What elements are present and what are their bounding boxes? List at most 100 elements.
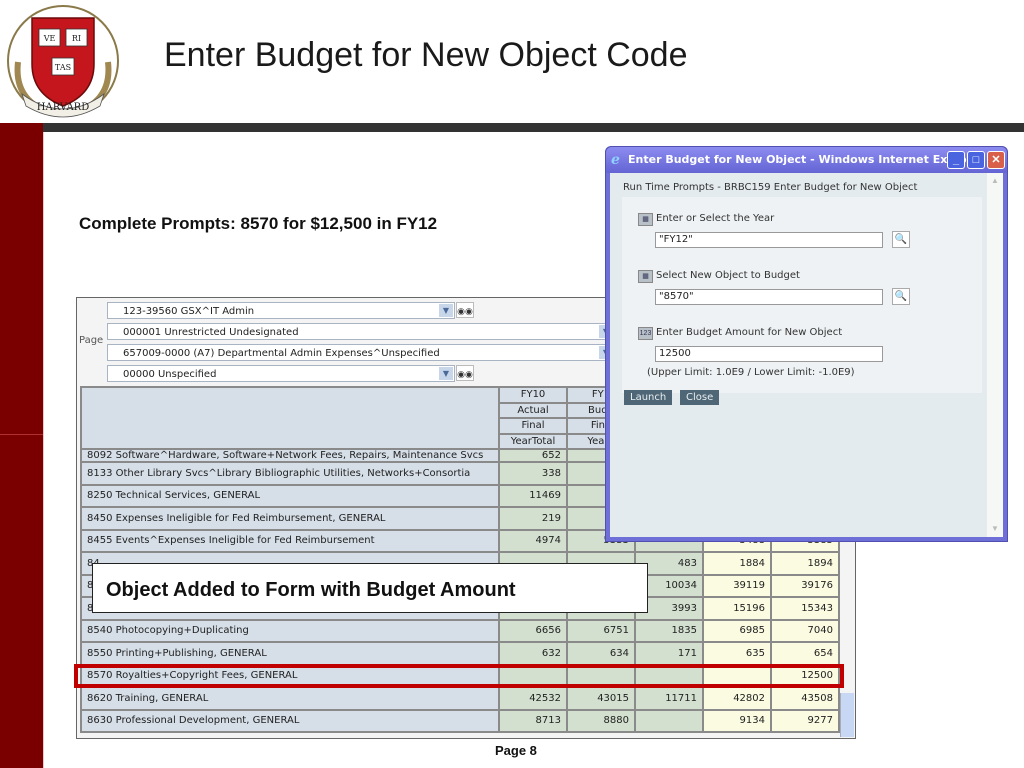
chevron-down-icon[interactable]: ▼ [439, 304, 453, 317]
table-row: 8540 Photocopying+Duplicating 6656 6751 183… [80, 618, 840, 643]
year-input[interactable]: "FY12" [655, 232, 883, 248]
row-label: 8630 Professional Development, GENERAL [80, 708, 500, 733]
scroll-down-icon[interactable]: ▼ [989, 523, 1001, 535]
callout-box: Object Added to Form with Budget Amount [92, 563, 648, 613]
launch-button[interactable]: Launch [624, 390, 673, 405]
row-value: 43015 [566, 686, 636, 711]
row-value: 11711 [634, 686, 704, 711]
table-row-highlighted: 8570 Royalties+Copyright Fees, GENERAL 12… [80, 663, 840, 688]
row-label: 8540 Photocopying+Duplicating [80, 618, 500, 643]
grid-scrollbar[interactable] [840, 693, 854, 737]
row-label: 8133 Other Library Svcs^Library Bibliogr… [80, 461, 500, 486]
binoculars-search-icon[interactable]: ◉◉ [456, 302, 474, 318]
object-input[interactable]: "8570" [655, 289, 883, 305]
column-header: Final [498, 417, 568, 435]
row-value: 338 [498, 461, 568, 486]
row-value: 1835 [634, 618, 704, 643]
row-value [566, 663, 636, 688]
row-value[interactable]: 9277 [770, 708, 840, 733]
popup-body: Run Time Prompts - BRBC159 Enter Budget … [610, 173, 1003, 537]
row-value[interactable]: 12500 [770, 663, 840, 688]
numeric-prompt-icon: 123 [638, 327, 653, 340]
scroll-up-icon[interactable]: ▲ [989, 175, 1001, 187]
header-accent-bar [0, 123, 43, 132]
row-value: 11469 [498, 483, 568, 508]
row-label: 8550 Printing+Publishing, GENERAL [80, 641, 500, 666]
side-divider [43, 132, 44, 768]
row-value[interactable]: 7040 [770, 618, 840, 643]
row-label: 8250 Technical Services, GENERAL [80, 483, 500, 508]
row-value: 652 [498, 448, 568, 463]
select-prompt-icon: ▦ [638, 270, 653, 283]
restriction-dropdown[interactable]: 000001 Unrestricted Undesignated ▼ [107, 323, 615, 340]
popup-scrollbar[interactable]: ▲ ▼ [987, 173, 1003, 537]
year-lookup-icon[interactable]: 🔍 [892, 231, 910, 248]
row-value[interactable]: 15196 [702, 596, 772, 621]
row-label: 8092 Software^Hardware, Software+Network… [80, 448, 500, 463]
prompts-heading: Run Time Prompts - BRBC159 Enter Budget … [623, 182, 918, 193]
row-value[interactable]: 42802 [702, 686, 772, 711]
dropdown-value: 123-39560 GSX^IT Admin [123, 306, 255, 317]
row-value[interactable]: 635 [702, 641, 772, 666]
row-value: 219 [498, 506, 568, 531]
select-prompt-icon: ▦ [638, 213, 653, 226]
row-label: 8570 Royalties+Copyright Fees, GENERAL [80, 663, 500, 688]
close-button[interactable]: Close [680, 390, 720, 405]
row-value[interactable]: 6985 [702, 618, 772, 643]
fund-dropdown[interactable]: 123-39560 GSX^IT Admin ▼ [107, 302, 455, 319]
row-value [498, 663, 568, 688]
row-value: 632 [498, 641, 568, 666]
row-value[interactable]: 9134 [702, 708, 772, 733]
maximize-button[interactable]: □ [967, 151, 985, 169]
prompt-label-amount: Enter Budget Amount for New Object [656, 327, 843, 338]
side-accent-bar [0, 132, 43, 768]
column-header: Actual [498, 401, 568, 419]
row-value [634, 663, 704, 688]
row-label: 8620 Training, GENERAL [80, 686, 500, 711]
row-value: 8713 [498, 708, 568, 733]
dropdown-value: 000001 Unrestricted Undesignated [123, 327, 299, 338]
page-label: Page [79, 335, 104, 346]
window-close-button[interactable]: ✕ [987, 151, 1005, 169]
row-value: 6656 [498, 618, 568, 643]
row-value: 634 [566, 641, 636, 666]
row-value: 8880 [566, 708, 636, 733]
popup-titlebar[interactable]: e Enter Budget for New Object - Windows … [606, 147, 1007, 173]
table-row: 8550 Printing+Publishing, GENERAL 632 634 1… [80, 641, 840, 666]
table-row: 8620 Training, GENERAL 42532 43015 11711 428… [80, 686, 840, 711]
minimize-button[interactable]: _ [947, 151, 965, 169]
row-value[interactable]: 39176 [770, 573, 840, 598]
row-value[interactable]: 43508 [770, 686, 840, 711]
prompt-label-year: Enter or Select the Year [656, 213, 775, 224]
account-dropdown[interactable]: 657009-0000 (A7) Departmental Admin Expe… [107, 344, 615, 361]
column-header: FY10 [498, 386, 568, 404]
svg-text:HARVARD: HARVARD [37, 102, 89, 113]
subactivity-dropdown[interactable]: 00000 Unspecified ▼ [107, 365, 455, 382]
dropdown-value: 657009-0000 (A7) Departmental Admin Expe… [123, 348, 440, 359]
column-header: YearTotal [498, 432, 568, 450]
header-blank-cell [80, 386, 500, 450]
row-value[interactable]: 39119 [702, 573, 772, 598]
row-value[interactable] [702, 663, 772, 688]
row-value[interactable]: 15343 [770, 596, 840, 621]
header-divider-bar [43, 123, 1024, 132]
prompt-panel: ▦ Enter or Select the Year "FY12" 🔍 ▦ Se… [622, 197, 982, 393]
chevron-down-icon[interactable]: ▼ [439, 367, 453, 380]
harvard-logo: VE RI TAS HARVARD [7, 5, 119, 118]
amount-input[interactable]: 12500 [655, 346, 883, 362]
row-value: 6751 [566, 618, 636, 643]
amount-limit-note: (Upper Limit: 1.0E9 / Lower Limit: -1.0E… [647, 367, 855, 378]
binoculars-search-icon[interactable]: ◉◉ [456, 365, 474, 381]
popup-window-title: Enter Budget for New Object - Windows In… [628, 153, 985, 166]
row-value: 171 [634, 641, 704, 666]
row-value[interactable]: 1884 [702, 551, 772, 576]
dropdown-value: 00000 Unspecified [123, 369, 217, 380]
row-value[interactable]: 1894 [770, 551, 840, 576]
table-row: 8630 Professional Development, GENERAL 87… [80, 708, 840, 733]
prompt-label-object: Select New Object to Budget [656, 270, 800, 281]
object-lookup-icon[interactable]: 🔍 [892, 288, 910, 305]
row-value: 42532 [498, 686, 568, 711]
svg-text:TAS: TAS [55, 63, 71, 72]
row-value[interactable]: 654 [770, 641, 840, 666]
ie-icon: e [611, 152, 620, 168]
